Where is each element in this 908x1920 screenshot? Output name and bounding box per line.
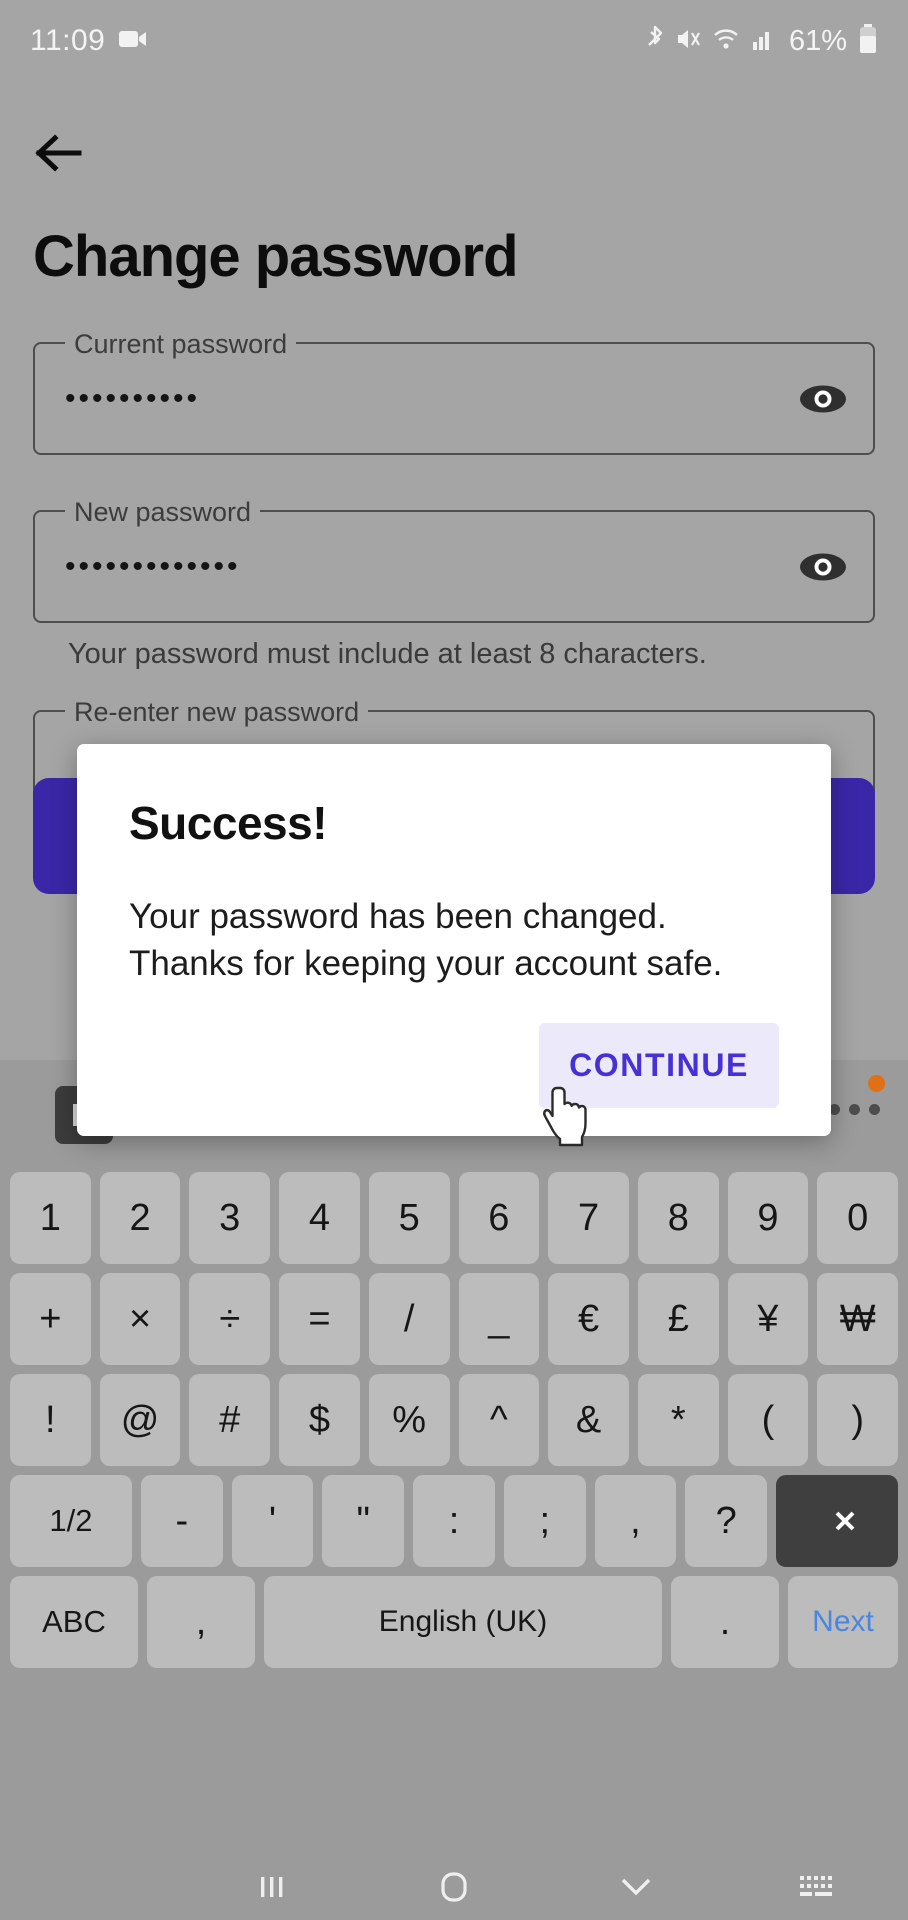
dialog-title: Success! xyxy=(129,797,328,849)
dialog-message: Your password has been changed. Thanks f… xyxy=(129,897,723,983)
phone-screen: 11:09 61% Change password Current passwo… xyxy=(0,0,908,1920)
dialog-actions: CONTINUE xyxy=(129,1023,779,1109)
continue-button[interactable]: CONTINUE xyxy=(539,1023,779,1109)
success-dialog: Success! Your password has been changed.… xyxy=(77,744,831,1137)
